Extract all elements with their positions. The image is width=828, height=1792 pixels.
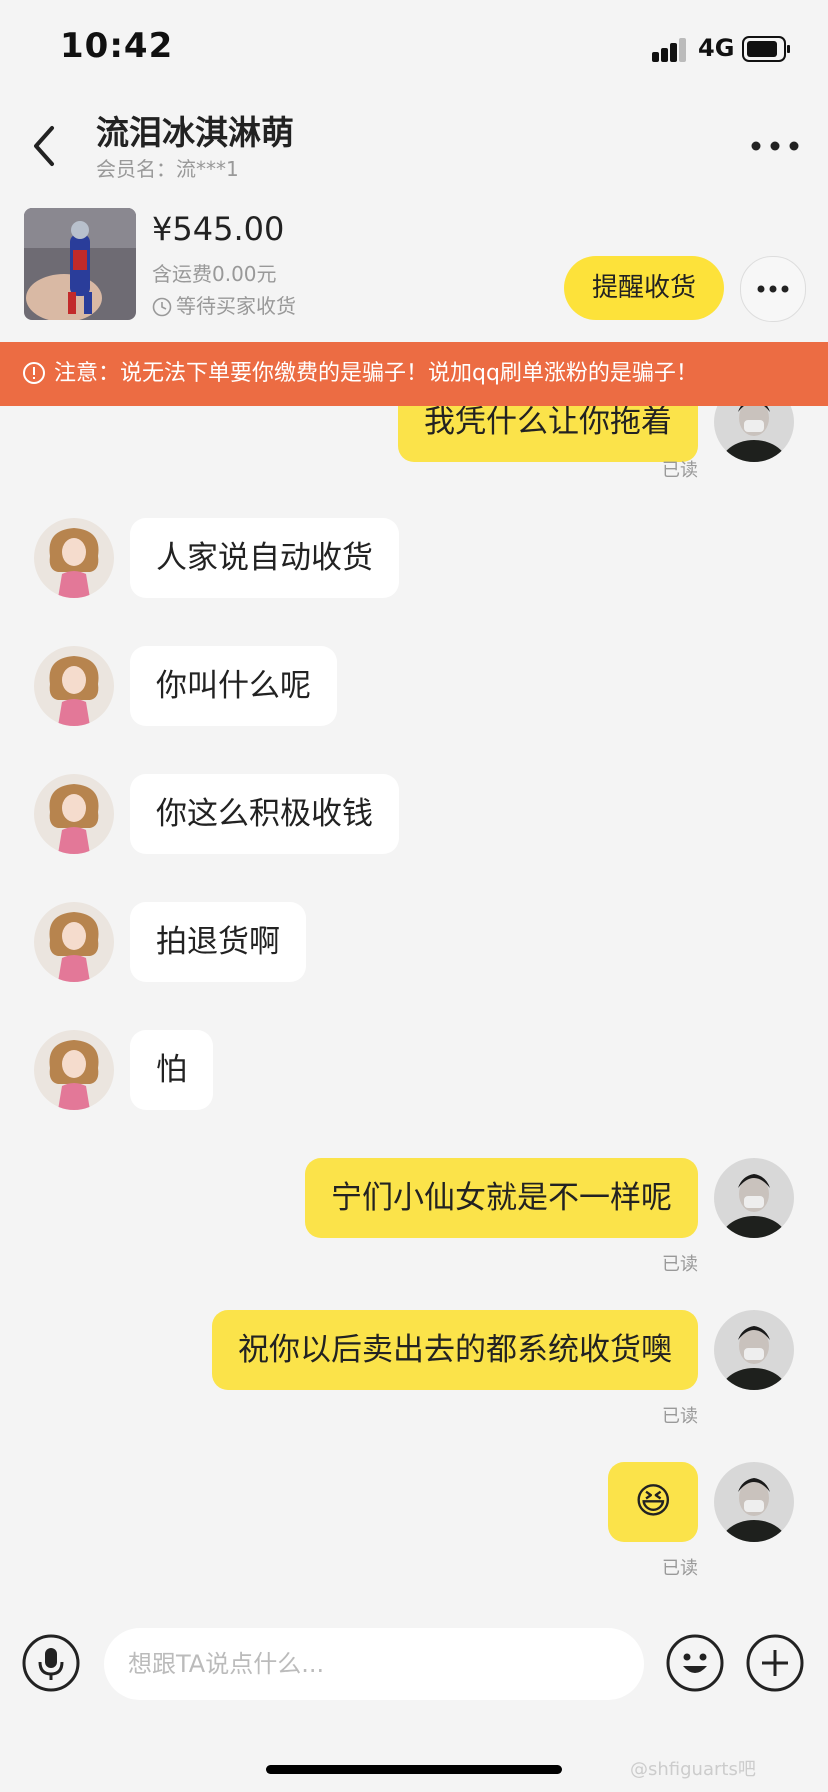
message-bubble-incoming[interactable]: 你这么积极收钱 [130,774,399,854]
status-bar: 10:42 4G [0,0,828,96]
contact-name: 流泪冰淇淋萌 [96,113,294,152]
shipping-fee: 含运费0.00元 [152,262,277,286]
message-input[interactable]: 想跟TA说点什么... [104,1628,644,1700]
message-bubble-outgoing[interactable]: 😆 [608,1462,698,1542]
signal-icon [652,38,686,62]
contact-avatar[interactable] [34,902,114,982]
read-receipt: 已读 [662,1558,698,1579]
message-bubble-incoming[interactable]: 拍退货啊 [130,902,306,982]
clock-icon [152,297,172,317]
message-bubble-outgoing[interactable]: 宁们小仙女就是不一样呢 [305,1158,698,1238]
warning-banner: 注意：说无法下单要你缴费的是骗子！说加qq刷单涨粉的是骗子！ [0,342,828,406]
input-bar: 想跟TA说点什么... [0,1616,828,1736]
warning-icon [23,362,45,384]
message-bubble-incoming[interactable]: 人家说自动收货 [130,518,399,598]
order-status: 等待买家收货 [152,290,296,319]
watermark: @shfiguarts吧 [630,1759,756,1780]
message-bubble-outgoing[interactable]: 我凭什么让你拖着 [398,406,698,462]
product-thumbnail[interactable] [24,208,136,320]
back-icon[interactable] [22,116,72,176]
order-status-text: 等待买家收货 [176,294,296,318]
order-price: ¥545.00 [152,210,285,248]
self-avatar[interactable] [714,1462,794,1542]
battery-icon [742,36,790,62]
member-name: 会员名：流***1 [96,157,239,181]
contact-avatar[interactable] [34,1030,114,1110]
contact-avatar[interactable] [34,646,114,726]
self-avatar[interactable] [714,1158,794,1238]
emoji-icon[interactable] [666,1634,724,1692]
remind-receipt-button[interactable]: 提醒收货 [564,256,724,320]
chat-header: 流泪冰淇淋萌 会员名：流***1 [0,96,828,192]
read-receipt: 已读 [662,460,698,481]
message-bubble-incoming[interactable]: 怕 [130,1030,213,1110]
chat-list[interactable]: 我凭什么让你拖着 已读 人家说自动收货 你叫什么呢 你这么积极收钱 拍退货啊 怕… [0,406,828,1616]
read-receipt: 已读 [662,1254,698,1275]
read-receipt: 已读 [662,1406,698,1427]
self-avatar[interactable] [714,406,794,462]
contact-avatar[interactable] [34,774,114,854]
warning-text: 注意：说无法下单要你缴费的是骗子！说加qq刷单涨粉的是骗子！ [54,361,698,386]
status-time: 10:42 [60,26,174,66]
network-type: 4G [698,34,735,62]
plus-icon[interactable] [746,1634,804,1692]
home-indicator[interactable] [266,1765,562,1774]
mic-icon[interactable] [22,1634,80,1692]
contact-avatar[interactable] [34,518,114,598]
more-icon[interactable] [742,126,808,166]
self-avatar[interactable] [714,1310,794,1390]
order-more-icon[interactable] [740,256,806,322]
message-bubble-incoming[interactable]: 你叫什么呢 [130,646,337,726]
order-card[interactable]: ¥545.00 含运费0.00元 等待买家收货 提醒收货 [0,192,828,342]
message-bubble-outgoing[interactable]: 祝你以后卖出去的都系统收货噢 [212,1310,698,1390]
